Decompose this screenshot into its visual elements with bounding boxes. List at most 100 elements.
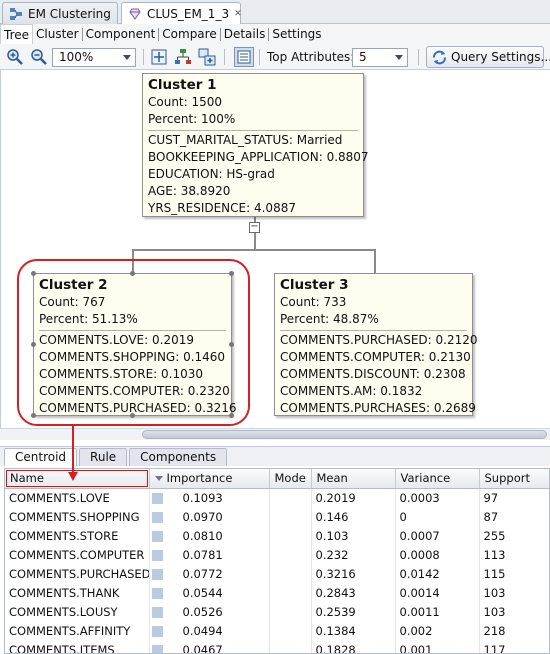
tab-component[interactable]: Component <box>83 24 159 44</box>
cluster-attribute: YRS_RESIDENCE: 4.0887 <box>148 201 296 215</box>
cluster-percent: Percent: 100% <box>148 112 236 126</box>
importance-value: 0.0494 <box>182 623 223 638</box>
table-cell: 113 <box>479 545 549 564</box>
cluster-attribute: EDUCATION: HS-grad <box>148 167 275 181</box>
importance-bar <box>151 511 163 523</box>
table-row[interactable]: COMMENTS.STORE 0.0810 0.103 0.0007 255 <box>5 526 549 545</box>
toolbar: 100% Top Attributes: 5 Query Settings... <box>0 44 550 70</box>
importance-cell: 0.0781 <box>149 545 270 564</box>
annotation-arrow-line <box>72 426 74 473</box>
table-row[interactable]: COMMENTS.LOUSY 0.0526 0.2539 0.0011 103 <box>5 602 549 621</box>
zoom-value: 100% <box>59 50 94 64</box>
table-cell: 0.2019 <box>311 488 396 507</box>
table-cell <box>269 602 312 621</box>
table-row[interactable]: COMMENTS.THANK 0.0544 0.2843 0.0014 103 <box>5 583 549 602</box>
workflow-icon <box>10 7 22 20</box>
collapse-toggle[interactable]: − <box>249 222 260 233</box>
node-divider <box>148 130 358 131</box>
top-attributes-select[interactable]: 5 <box>352 48 408 67</box>
importance-cell: 0.1093 <box>149 488 270 507</box>
table-cell: COMMENTS.COMPUTER <box>5 545 150 564</box>
column-header-variance[interactable]: Variance <box>395 469 480 489</box>
table-row[interactable]: COMMENTS.LOVE 0.1093 0.2019 0.0003 97 <box>5 488 549 507</box>
tab-cluster[interactable]: Cluster <box>33 24 82 44</box>
annotation-arrowhead <box>68 472 78 481</box>
importance-value: 0.0781 <box>182 547 223 562</box>
toolbar-separator <box>259 49 260 65</box>
doc-tab-label: EM Clustering <box>28 6 111 21</box>
centroid-table: Name Importance Mode Mean Variance Suppo… <box>5 469 549 654</box>
zoom-in-icon[interactable] <box>6 48 24 66</box>
cluster-attribute: COMMENTS.PURCHASES: 0.2689 <box>280 401 476 415</box>
table-cell: 0.001 <box>395 640 480 653</box>
table-row[interactable]: COMMENTS.ITEMS 0.0467 0.1828 0.001 117 <box>5 640 549 654</box>
expand-nodes-icon[interactable] <box>198 48 216 66</box>
tab-components[interactable]: Components <box>129 448 228 466</box>
cluster-attribute: BOOKKEEPING_APPLICATION: 0.8807 <box>148 150 369 164</box>
column-header-support[interactable]: Support <box>479 469 549 489</box>
zoom-out-icon[interactable] <box>30 48 48 66</box>
tab-details[interactable]: Details <box>221 24 269 44</box>
importance-bar <box>151 644 163 653</box>
table-row[interactable]: COMMENTS.PURCHASED 0.0772 0.3216 0.0142 115 <box>5 564 549 583</box>
table-cell: 0.002 <box>395 621 480 640</box>
tab-rule[interactable]: Rule <box>79 448 128 466</box>
view-toggle-icon[interactable] <box>234 47 254 67</box>
column-header-mean[interactable]: Mean <box>311 469 396 489</box>
tab-centroid[interactable]: Centroid <box>4 448 78 466</box>
table-cell: 0.1384 <box>311 621 396 640</box>
close-icon[interactable]: ✕ <box>234 9 242 19</box>
table-cell <box>269 488 312 507</box>
toolbar-separator <box>143 49 144 65</box>
importance-value: 0.0970 <box>182 509 223 524</box>
doc-tab-label: CLUS_EM_1_3 <box>147 7 230 21</box>
document-tab-bar: EM Clustering CLUS_EM_1_3 ✕ <box>0 0 550 25</box>
query-settings-label: Query Settings... <box>451 50 550 64</box>
tree-layout-icon[interactable] <box>174 48 192 66</box>
tab-settings[interactable]: Settings <box>269 24 324 44</box>
tab-compare[interactable]: Compare <box>159 24 219 44</box>
view-tab-bar: Tree Cluster Component Compare Details S… <box>0 24 550 44</box>
zoom-select[interactable]: 100% <box>52 48 136 67</box>
table-cell: 255 <box>479 526 549 545</box>
importance-bar <box>151 492 163 504</box>
cluster-node-3[interactable]: Cluster 3 Count: 733 Percent: 48.87% COM… <box>274 273 478 416</box>
table-row[interactable]: COMMENTS.SHOPPING 0.0970 0.146 0 87 <box>5 507 549 526</box>
scrollbar-thumb[interactable] <box>142 430 547 439</box>
table-row[interactable]: COMMENTS.COMPUTER 0.0781 0.232 0.0008 113 <box>5 545 549 564</box>
fit-to-window-icon[interactable] <box>150 48 168 66</box>
detail-tab-bar: Centroid Rule Components <box>0 446 550 466</box>
model-gem-icon <box>129 8 141 20</box>
table-cell: COMMENTS.STORE <box>5 526 150 545</box>
query-settings-button[interactable]: Query Settings... <box>426 46 550 68</box>
table-cell: 0.0007 <box>395 526 480 545</box>
table-cell: 0.0014 <box>395 583 480 602</box>
cluster-count: Count: 733 <box>280 295 347 309</box>
table-cell <box>269 621 312 640</box>
doc-tab-clus-em[interactable]: CLUS_EM_1_3 ✕ <box>121 2 242 25</box>
horizontal-scrollbar[interactable] <box>0 428 550 440</box>
importance-bar <box>151 549 163 561</box>
centroid-grid[interactable]: Name Importance Mode Mean Variance Suppo… <box>4 468 550 654</box>
cluster-node-1[interactable]: Cluster 1 Count: 1500 Percent: 100% CUST… <box>142 73 369 217</box>
table-cell: 0.3216 <box>311 564 396 583</box>
cluster-attribute: COMMENTS.AM: 0.1832 <box>280 384 423 398</box>
table-row[interactable]: COMMENTS.AFFINITY 0.0494 0.1384 0.002 218 <box>5 621 549 640</box>
table-cell: COMMENTS.AFFINITY <box>5 621 150 640</box>
cluster-attribute: COMMENTS.COMPUTER: 0.2130 <box>280 350 471 364</box>
importance-cell: 0.0810 <box>149 526 270 545</box>
table-cell: 87 <box>479 507 549 526</box>
importance-cell: 0.0467 <box>149 640 270 654</box>
table-cell: COMMENTS.LOUSY <box>5 602 150 621</box>
importance-cell: 0.0544 <box>149 583 270 602</box>
table-cell: 0.2843 <box>311 583 396 602</box>
column-header-importance[interactable]: Importance <box>149 469 270 489</box>
importance-value: 0.0467 <box>182 642 223 654</box>
table-cell <box>269 507 312 526</box>
table-cell: 115 <box>479 564 549 583</box>
column-header-mode[interactable]: Mode <box>269 469 312 489</box>
importance-cell: 0.0494 <box>149 621 270 640</box>
tab-tree[interactable]: Tree <box>0 24 34 44</box>
top-attributes-label: Top Attributes: <box>267 50 355 64</box>
doc-tab-em-clustering[interactable]: EM Clustering <box>2 2 118 24</box>
